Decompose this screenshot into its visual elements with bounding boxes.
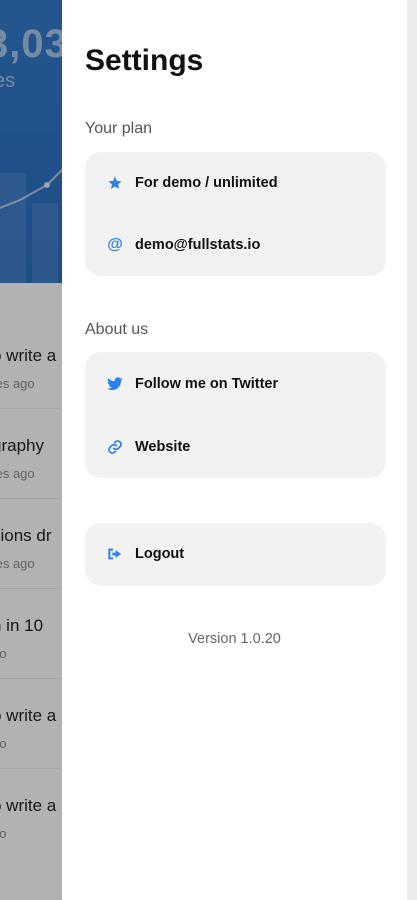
website-link[interactable]: Website bbox=[85, 427, 386, 467]
page-title: Settings bbox=[85, 44, 204, 77]
at-icon: @ bbox=[107, 236, 123, 253]
settings-drawer: Settings Your plan For demo / unlimited … bbox=[62, 0, 407, 900]
logout-button[interactable]: Logout bbox=[85, 534, 386, 574]
plan-item-label: For demo / unlimited bbox=[135, 175, 278, 191]
account-email-label: demo@fullstats.io bbox=[135, 237, 261, 253]
scrollbar-track bbox=[407, 0, 417, 900]
logout-icon bbox=[106, 545, 124, 563]
link-icon bbox=[106, 438, 124, 456]
section-label-your-plan: Your plan bbox=[85, 120, 153, 137]
about-us-card: Follow me on Twitter Website bbox=[85, 352, 386, 478]
star-icon bbox=[106, 174, 124, 192]
website-link-label: Website bbox=[135, 439, 191, 455]
version-text: Version 1.0.20 bbox=[188, 631, 281, 647]
twitter-link-label: Follow me on Twitter bbox=[135, 376, 279, 392]
your-plan-card: For demo / unlimited @ demo@fullstats.io bbox=[85, 152, 386, 276]
twitter-link[interactable]: Follow me on Twitter bbox=[85, 364, 386, 404]
plan-item[interactable]: For demo / unlimited bbox=[85, 163, 386, 203]
section-label-about-us: About us bbox=[85, 321, 149, 338]
account-card: Logout bbox=[85, 523, 386, 586]
account-email-item[interactable]: @ demo@fullstats.io bbox=[85, 225, 386, 265]
logout-label: Logout bbox=[135, 546, 185, 562]
twitter-icon bbox=[106, 375, 124, 393]
